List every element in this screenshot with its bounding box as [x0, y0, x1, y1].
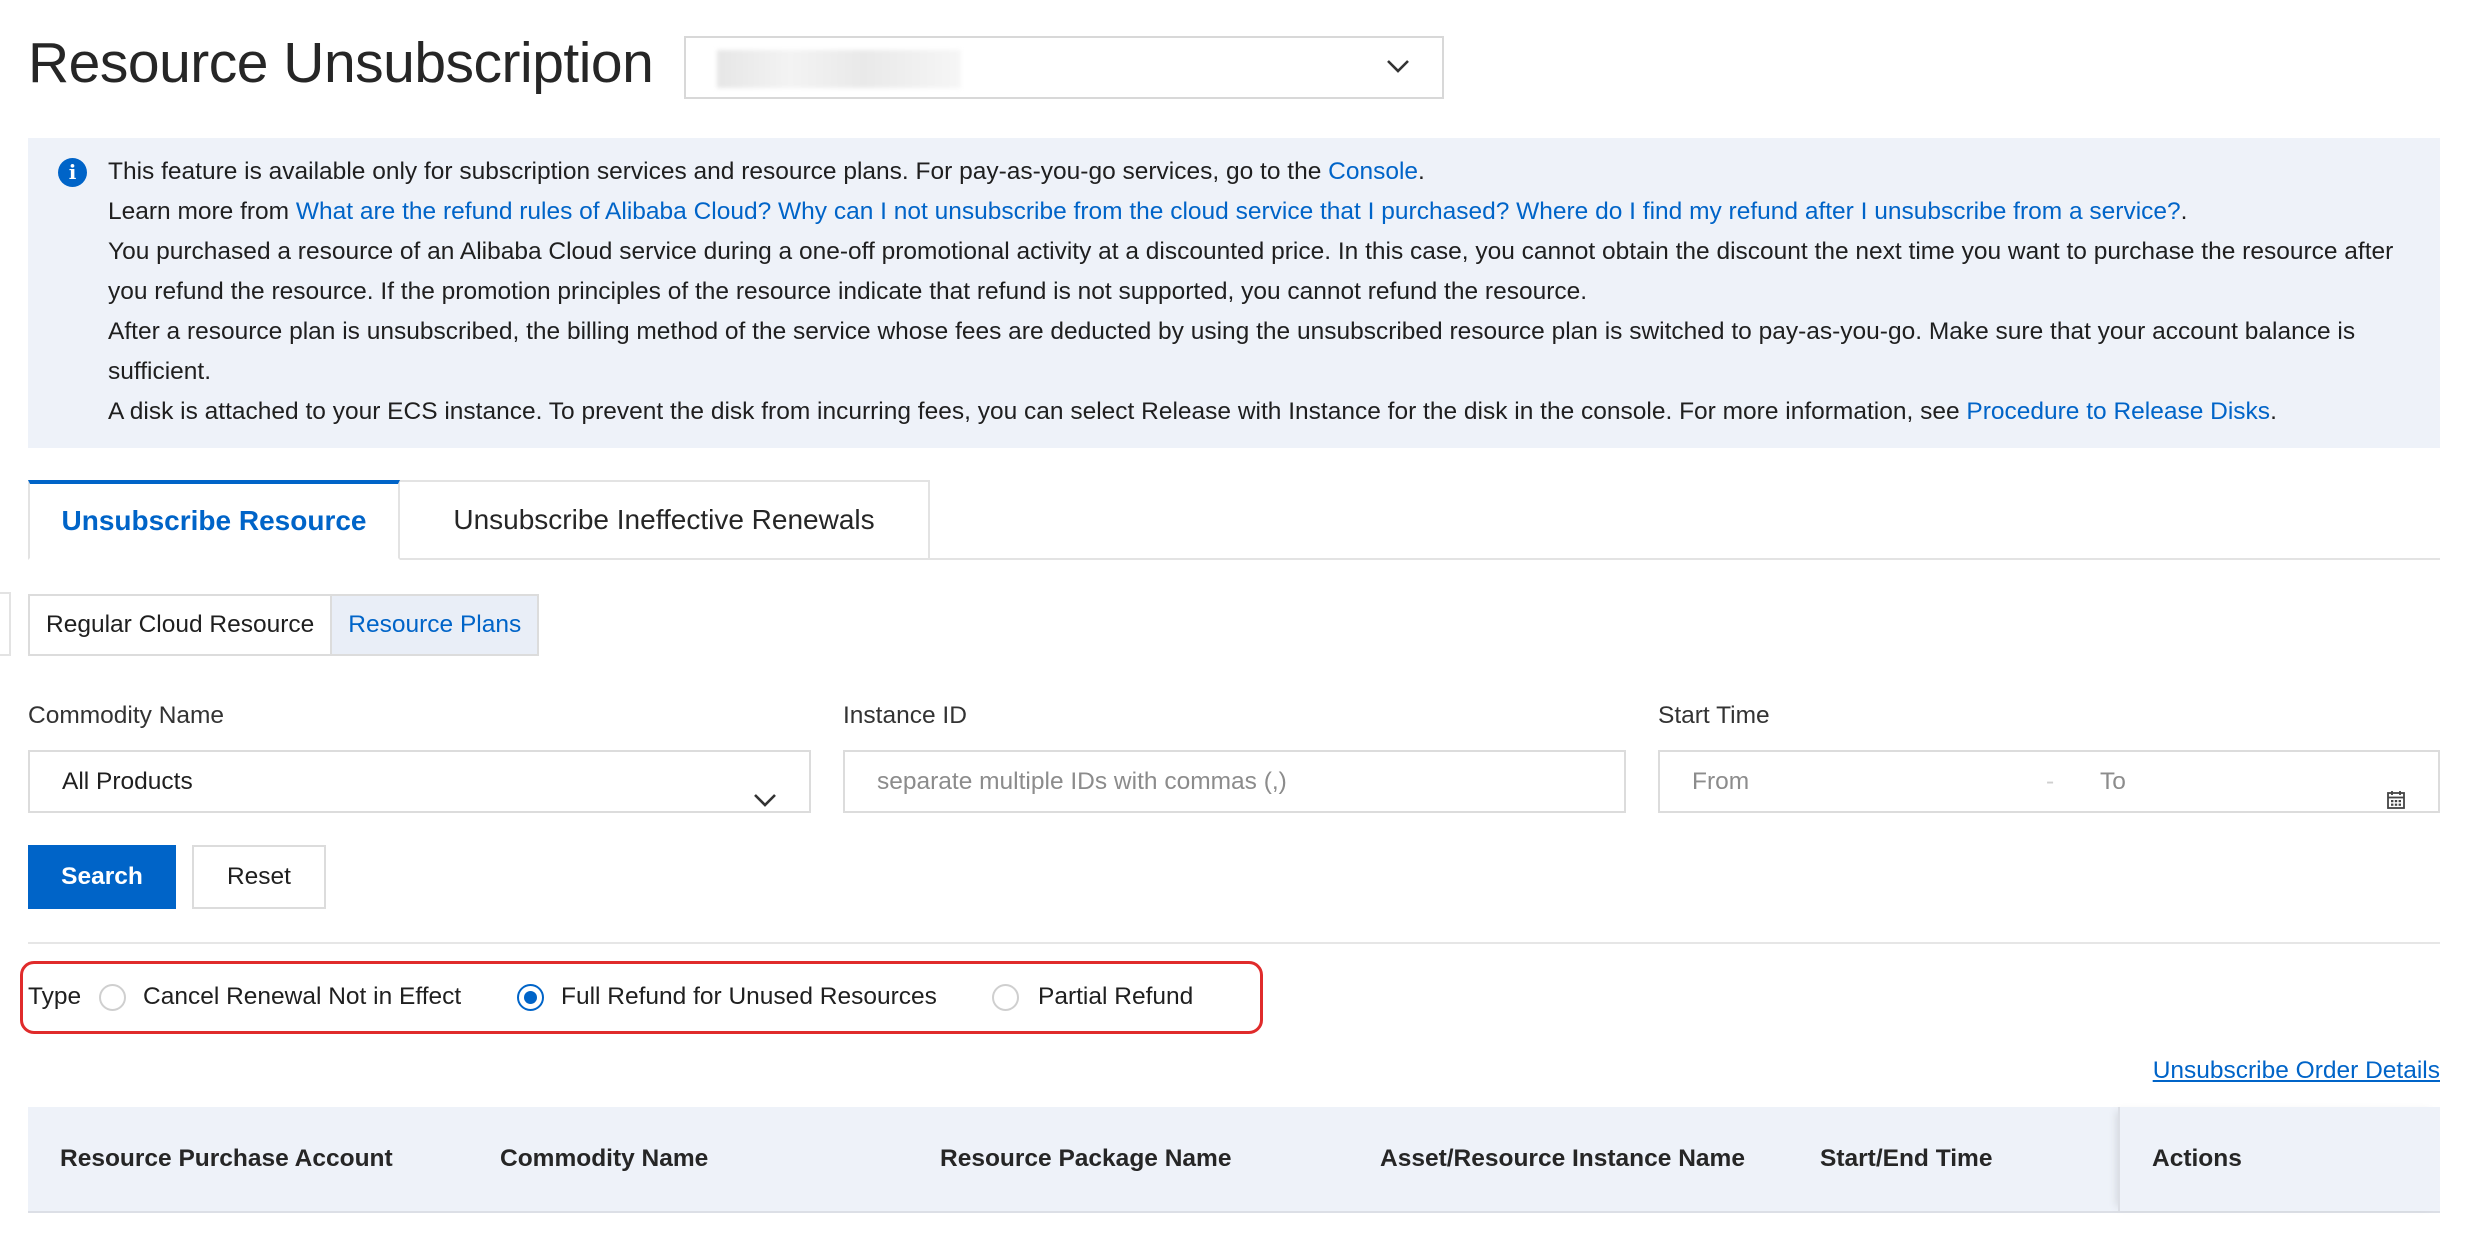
- radio-partial-refund[interactable]: [992, 984, 1019, 1011]
- radio-label-partial-refund[interactable]: Partial Refund: [1038, 979, 1193, 1015]
- chevron-down-icon: [753, 771, 777, 830]
- range-from-placeholder[interactable]: From: [1692, 768, 1749, 795]
- column-header-resource-purchase-account: Resource Purchase Account: [60, 1145, 393, 1172]
- table-header: Resource Purchase Account Commodity Name…: [28, 1107, 2440, 1213]
- instance-id-input[interactable]: separate multiple IDs with commas (,): [843, 750, 1626, 813]
- column-header-actions: Actions: [2152, 1145, 2242, 1172]
- console-link[interactable]: Console: [1328, 158, 1418, 185]
- collapsed-panel-edge[interactable]: [0, 592, 11, 656]
- segment-regular-cloud-resource[interactable]: Regular Cloud Resource: [28, 594, 333, 656]
- page-title: Resource Unsubscription: [28, 31, 654, 95]
- notice-line-3: You purchased a resource of an Alibaba C…: [108, 238, 2394, 305]
- notice-line-1: This feature is available only for subsc…: [108, 158, 1425, 185]
- info-notice: i This feature is available only for sub…: [28, 138, 2440, 448]
- resource-type-segment: Regular Cloud Resource Resource Plans: [28, 594, 540, 656]
- refund-rules-link[interactable]: What are the refund rules of Alibaba Clo…: [296, 198, 2181, 225]
- commodity-name-value: All Products: [62, 768, 193, 795]
- obscured-account-value: [717, 50, 961, 88]
- start-time-label: Start Time: [1658, 702, 1770, 729]
- tab-unsubscribe-resource[interactable]: Unsubscribe Resource: [28, 480, 400, 560]
- commodity-name-label: Commodity Name: [28, 702, 225, 729]
- unsubscribe-order-details-link[interactable]: Unsubscribe Order Details: [2153, 1057, 2440, 1085]
- tab-unsubscribe-ineffective-renewals[interactable]: Unsubscribe Ineffective Renewals: [400, 480, 930, 560]
- radio-label-cancel-renewal[interactable]: Cancel Renewal Not in Effect: [143, 979, 461, 1015]
- range-to-placeholder[interactable]: To: [2100, 752, 2126, 811]
- search-button[interactable]: Search: [28, 845, 176, 909]
- instance-id-placeholder: separate multiple IDs with commas (,): [877, 768, 1287, 795]
- radio-full-refund-unused[interactable]: [517, 984, 544, 1011]
- actions-column: Actions: [2118, 1107, 2440, 1211]
- radio-label-full-refund[interactable]: Full Refund for Unused Resources: [561, 979, 937, 1015]
- notice-line-5: A disk is attached to your ECS instance.…: [108, 398, 2277, 425]
- release-disks-link[interactable]: Procedure to Release Disks: [1966, 398, 2270, 425]
- type-label: Type: [28, 983, 82, 1010]
- notice-line-2: Learn more from What are the refund rule…: [108, 198, 2188, 225]
- column-header-start-end-time: Start/End Time: [1820, 1145, 1993, 1172]
- column-header-resource-package-name: Resource Package Name: [940, 1145, 1232, 1172]
- divider: [28, 942, 2440, 944]
- start-time-range-picker[interactable]: From - To: [1658, 750, 2440, 813]
- commodity-name-select[interactable]: All Products: [28, 750, 811, 813]
- reset-button[interactable]: Reset: [192, 845, 326, 909]
- info-icon: i: [58, 158, 87, 187]
- calendar-icon[interactable]: [2386, 773, 2406, 832]
- instance-id-label: Instance ID: [843, 702, 967, 729]
- segment-resource-plans[interactable]: Resource Plans: [332, 594, 540, 656]
- radio-cancel-renewal-not-in-effect[interactable]: [99, 984, 126, 1011]
- range-separator: -: [2046, 768, 2055, 795]
- account-selector[interactable]: [684, 36, 1444, 99]
- chevron-down-icon: [1386, 58, 1410, 79]
- notice-line-4: After a resource plan is unsubscribed, t…: [108, 318, 2356, 385]
- column-header-asset-resource-instance-name: Asset/Resource Instance Name: [1380, 1145, 1745, 1172]
- column-header-commodity-name: Commodity Name: [500, 1145, 709, 1172]
- main-tabs: Unsubscribe Resource Unsubscribe Ineffec…: [28, 480, 2440, 560]
